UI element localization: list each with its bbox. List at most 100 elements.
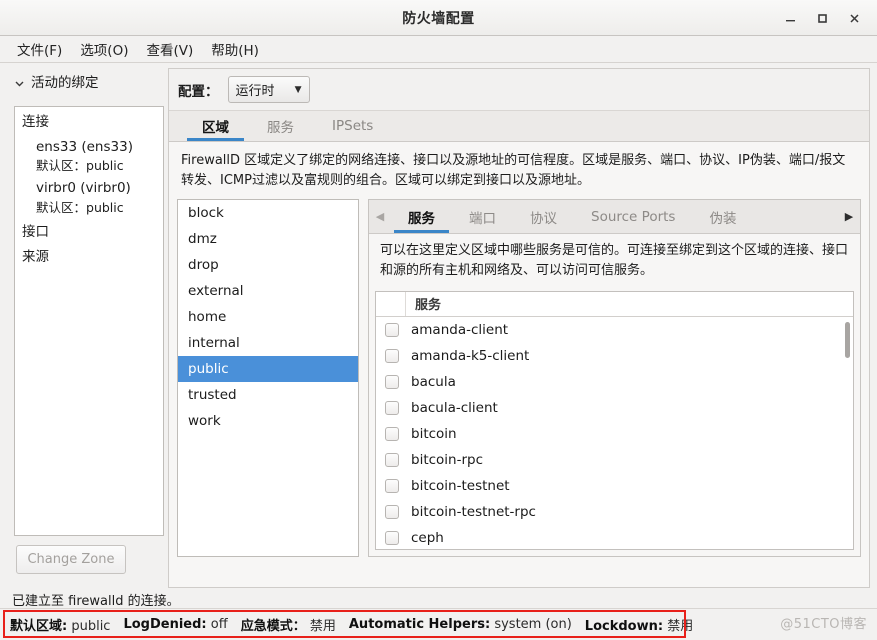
chevron-down-icon	[14, 77, 25, 88]
service-name: bitcoin-rpc	[411, 451, 484, 468]
status-default-zone-value: public	[71, 619, 111, 634]
menu-item-view[interactable]: 查看(V)	[137, 36, 202, 62]
window-title: 防火墙配置	[402, 10, 475, 27]
connection-status-message: 已建立至 firewalld 的连接。	[12, 594, 180, 609]
zone-item-public[interactable]: public	[178, 356, 358, 383]
services-table-header: 服务	[376, 291, 853, 317]
maximize-button[interactable]	[807, 4, 837, 32]
service-checkbox[interactable]	[385, 348, 399, 363]
table-row[interactable]: bacula-client	[376, 395, 853, 421]
zone-settings-panel: ◀ 服务 端口 协议 Source Ports 伪装 ▶ 可以在这里定义区域中哪…	[368, 199, 861, 558]
connection-zone: 默认区：public	[36, 157, 163, 175]
table-row[interactable]: bitcoin-testnet	[376, 473, 853, 499]
zone-item-dmz[interactable]: dmz	[178, 226, 358, 252]
service-name: ceph	[411, 529, 444, 546]
table-row[interactable]: amanda-client	[376, 317, 853, 343]
table-row[interactable]: bacula	[376, 369, 853, 395]
service-checkbox[interactable]	[385, 504, 399, 519]
status-automatic-helpers-label: Automatic Helpers:	[348, 617, 491, 632]
zone-list[interactable]: block dmz drop external home internal pu…	[177, 199, 359, 558]
zone-item-external[interactable]: external	[178, 278, 358, 304]
service-name: bitcoin-testnet-rpc	[411, 503, 536, 520]
tab-zone-source-ports[interactable]: Source Ports	[574, 200, 692, 233]
tree-node-connections[interactable]: 连接	[22, 112, 163, 134]
services-description: 可以在这里定义区域中哪些服务是可信的。可连接至绑定到这个区域的连接、接口和源的所…	[369, 234, 860, 289]
menu-item-file[interactable]: 文件(F)	[8, 36, 71, 62]
table-row[interactable]: amanda-k5-client	[376, 343, 853, 369]
tab-zone-services[interactable]: 服务	[391, 200, 452, 234]
service-checkbox[interactable]	[385, 530, 399, 545]
table-row[interactable]: bitcoin-testnet-rpc	[376, 499, 853, 525]
close-icon	[849, 13, 859, 23]
tab-zones[interactable]: 区域	[183, 111, 248, 141]
tree-item-connection[interactable]: virbr0 (virbr0) 默认区：public	[22, 175, 163, 217]
minimize-button[interactable]	[775, 4, 805, 32]
table-row[interactable]: ceph	[376, 525, 853, 550]
services-checkbox-column-header	[376, 291, 406, 317]
tab-zone-protocols[interactable]: 协议	[513, 200, 574, 233]
status-logdenied: LogDenied: off	[123, 617, 227, 632]
service-name: amanda-client	[411, 321, 509, 338]
service-checkbox[interactable]	[385, 322, 399, 337]
maximize-icon	[817, 13, 827, 23]
menu-bar: 文件(F) 选项(O) 查看(V) 帮助(H)	[0, 36, 877, 63]
service-checkbox[interactable]	[385, 478, 399, 493]
services-rows: amanda-client amanda-k5-client bacula ba…	[376, 317, 853, 550]
zone-detail-area: block dmz drop external home internal pu…	[169, 199, 869, 565]
main-pane: 配置： 运行时 ▼ 区域 服务 IPSets FirewallD 区域定义了绑定…	[168, 68, 870, 588]
zone-item-work[interactable]: work	[178, 408, 358, 434]
status-automatic-helpers: Automatic Helpers: system (on)	[349, 617, 572, 632]
tab-zone-ports[interactable]: 端口	[452, 200, 513, 233]
connection-name: ens33 (ens33)	[36, 138, 133, 155]
table-row[interactable]: bitcoin-rpc	[376, 447, 853, 473]
configuration-label: 配置：	[178, 83, 219, 100]
watermark: @51CTO博客	[780, 617, 867, 632]
zone-item-internal[interactable]: internal	[178, 330, 358, 356]
bindings-tree-box: 连接 ens33 (ens33) 默认区：public virbr0 (virb…	[14, 106, 164, 536]
status-panic-mode: 应急模式： 禁用	[241, 615, 336, 634]
tab-ipsets[interactable]: IPSets	[313, 111, 392, 141]
main-tabbar: 区域 服务 IPSets	[169, 110, 869, 142]
status-default-zone-label: 默认区域:	[10, 619, 68, 634]
tree-node-sources[interactable]: 来源	[22, 244, 163, 269]
zone-item-block[interactable]: block	[178, 200, 358, 226]
tree-item-connection[interactable]: ens33 (ens33) 默认区：public	[22, 134, 163, 176]
configuration-select[interactable]: 运行时 ▼	[227, 76, 310, 103]
active-bindings-expander[interactable]: 活动的绑定	[6, 68, 164, 94]
status-lockdown-value: 禁用	[667, 619, 694, 634]
service-checkbox[interactable]	[385, 400, 399, 415]
services-scrollbar[interactable]	[845, 321, 850, 358]
service-checkbox[interactable]	[385, 426, 399, 441]
close-button[interactable]	[839, 4, 869, 32]
status-logdenied-label: LogDenied:	[123, 617, 207, 632]
zone-item-drop[interactable]: drop	[178, 252, 358, 278]
service-name: amanda-k5-client	[411, 347, 530, 364]
service-name: bacula	[411, 373, 456, 390]
tab-scroll-left-icon[interactable]: ◀	[369, 200, 391, 233]
tab-zone-masquerading[interactable]: 伪装	[692, 200, 753, 233]
status-bar: 默认区域: public LogDenied: off 应急模式： 禁用 Aut…	[0, 608, 877, 640]
connection-zone-value: public	[86, 199, 124, 215]
tab-scroll-right-icon[interactable]: ▶	[838, 200, 860, 233]
connection-zone-label: 默认区：	[36, 158, 87, 174]
active-bindings-pane: 活动的绑定 连接 ens33 (ens33) 默认区：public virbr0…	[6, 68, 164, 588]
change-zone-button[interactable]: Change Zone	[16, 545, 126, 574]
service-name: bitcoin-testnet	[411, 477, 510, 494]
connection-zone: 默认区：public	[36, 199, 163, 217]
minimize-icon	[785, 19, 795, 21]
service-checkbox[interactable]	[385, 452, 399, 467]
tab-services[interactable]: 服务	[248, 111, 313, 141]
zone-item-home[interactable]: home	[178, 304, 358, 330]
status-default-zone: 默认区域: public	[10, 615, 110, 634]
zone-item-trusted[interactable]: trusted	[178, 382, 358, 408]
tree-node-interfaces[interactable]: 接口	[22, 217, 163, 244]
title-bar: 防火墙配置	[0, 0, 877, 36]
menu-item-help[interactable]: 帮助(H)	[202, 36, 268, 62]
menu-item-options[interactable]: 选项(O)	[71, 36, 137, 62]
service-checkbox[interactable]	[385, 374, 399, 389]
table-row[interactable]: bitcoin	[376, 421, 853, 447]
status-lockdown-label: Lockdown:	[584, 619, 664, 634]
services-table: 服务 amanda-client amanda-k5-client bacula…	[375, 290, 854, 551]
service-name: bitcoin	[411, 425, 457, 442]
window-controls	[775, 0, 869, 36]
